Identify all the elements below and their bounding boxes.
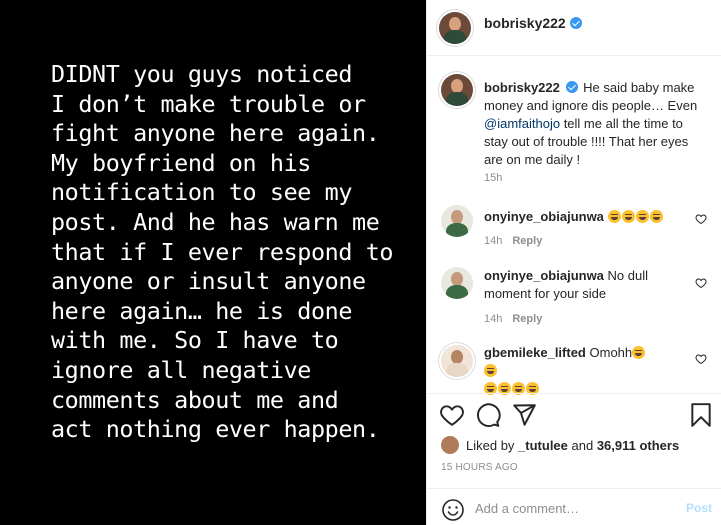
likes-text[interactable]: Liked by _tutulee and 36,911 others xyxy=(466,438,679,453)
caption-mention[interactable]: @iamfaithojo xyxy=(484,116,560,131)
comment-like-heart-icon[interactable] xyxy=(695,213,707,225)
comment-text: onyinye_obiajunwa xyxy=(484,208,684,226)
commenter-avatar[interactable] xyxy=(441,205,473,237)
verified-badge-icon xyxy=(569,17,582,29)
author-row: bobrisky222 xyxy=(484,15,582,31)
caption-text: bobrisky222 He said baby make money and … xyxy=(484,79,709,169)
post-timestamp[interactable]: 15 HOURS AGO xyxy=(441,462,518,473)
share-icon[interactable] xyxy=(511,402,537,428)
reply-button[interactable]: Reply xyxy=(512,313,542,325)
caption-avatar[interactable] xyxy=(441,74,473,106)
laughing-emoji-icon xyxy=(484,364,497,377)
actions-divider xyxy=(427,393,721,394)
author-avatar[interactable] xyxy=(439,12,471,44)
comment-icon[interactable] xyxy=(475,402,501,428)
likes-prefix: Liked by xyxy=(466,437,519,453)
action-bar xyxy=(439,402,714,430)
comment-username[interactable]: gbemileke_lifted xyxy=(484,345,586,360)
smiley-icon[interactable] xyxy=(441,498,465,522)
verified-badge-icon xyxy=(565,81,578,93)
laughing-emoji-icon xyxy=(635,210,649,223)
liker-username[interactable]: _tutulee xyxy=(518,438,568,453)
laughing-emoji-icon xyxy=(621,210,635,223)
post-side-panel: bobrisky222 bobrisky222 He said baby mak… xyxy=(426,0,721,525)
reply-button[interactable]: Reply xyxy=(512,235,542,247)
commenter-avatar[interactable] xyxy=(441,345,473,377)
comment-like-heart-icon[interactable] xyxy=(695,277,707,289)
comment-body: Omohh xyxy=(589,345,633,360)
post-image-text: DIDNT you guys noticed I don’t make trou… xyxy=(51,60,394,444)
comment-meta: 14h Reply xyxy=(484,235,542,247)
comment-time[interactable]: 14h xyxy=(484,235,502,247)
caption-username[interactable]: bobrisky222 xyxy=(484,80,560,95)
comment-username[interactable]: onyinye_obiajunwa xyxy=(484,209,604,224)
liker-avatar[interactable] xyxy=(441,436,459,454)
comment-input[interactable] xyxy=(475,497,670,519)
author-username[interactable]: bobrisky222 xyxy=(484,15,566,31)
caption-time[interactable]: 15h xyxy=(484,172,502,184)
post-header: bobrisky222 xyxy=(427,0,721,56)
likes-middle: and xyxy=(567,437,597,453)
bookmark-icon[interactable] xyxy=(688,402,714,428)
comment-text: gbemileke_lifted Omohh xyxy=(484,344,649,398)
heart-icon[interactable] xyxy=(439,402,465,428)
commenter-avatar[interactable] xyxy=(441,267,473,299)
comment-username[interactable]: onyinye_obiajunwa xyxy=(484,268,604,283)
laughing-emoji-icon xyxy=(649,210,663,223)
comment-time[interactable]: 14h xyxy=(484,313,502,325)
comment-like-heart-icon[interactable] xyxy=(695,353,707,365)
likes-summary: Liked by _tutulee and 36,911 others xyxy=(441,436,679,454)
add-comment-bar: Post xyxy=(427,488,721,525)
laughing-emoji-icon xyxy=(607,210,621,223)
post-image[interactable]: DIDNT you guys noticed I don’t make trou… xyxy=(0,0,426,525)
likes-count[interactable]: 36,911 others xyxy=(597,438,679,453)
comment-text: onyinye_obiajunwa No dull moment for you… xyxy=(484,267,649,303)
laughing-emoji-icon xyxy=(632,346,646,359)
post-comment-button[interactable]: Post xyxy=(686,501,712,515)
comment-meta: 14h Reply xyxy=(484,313,542,325)
